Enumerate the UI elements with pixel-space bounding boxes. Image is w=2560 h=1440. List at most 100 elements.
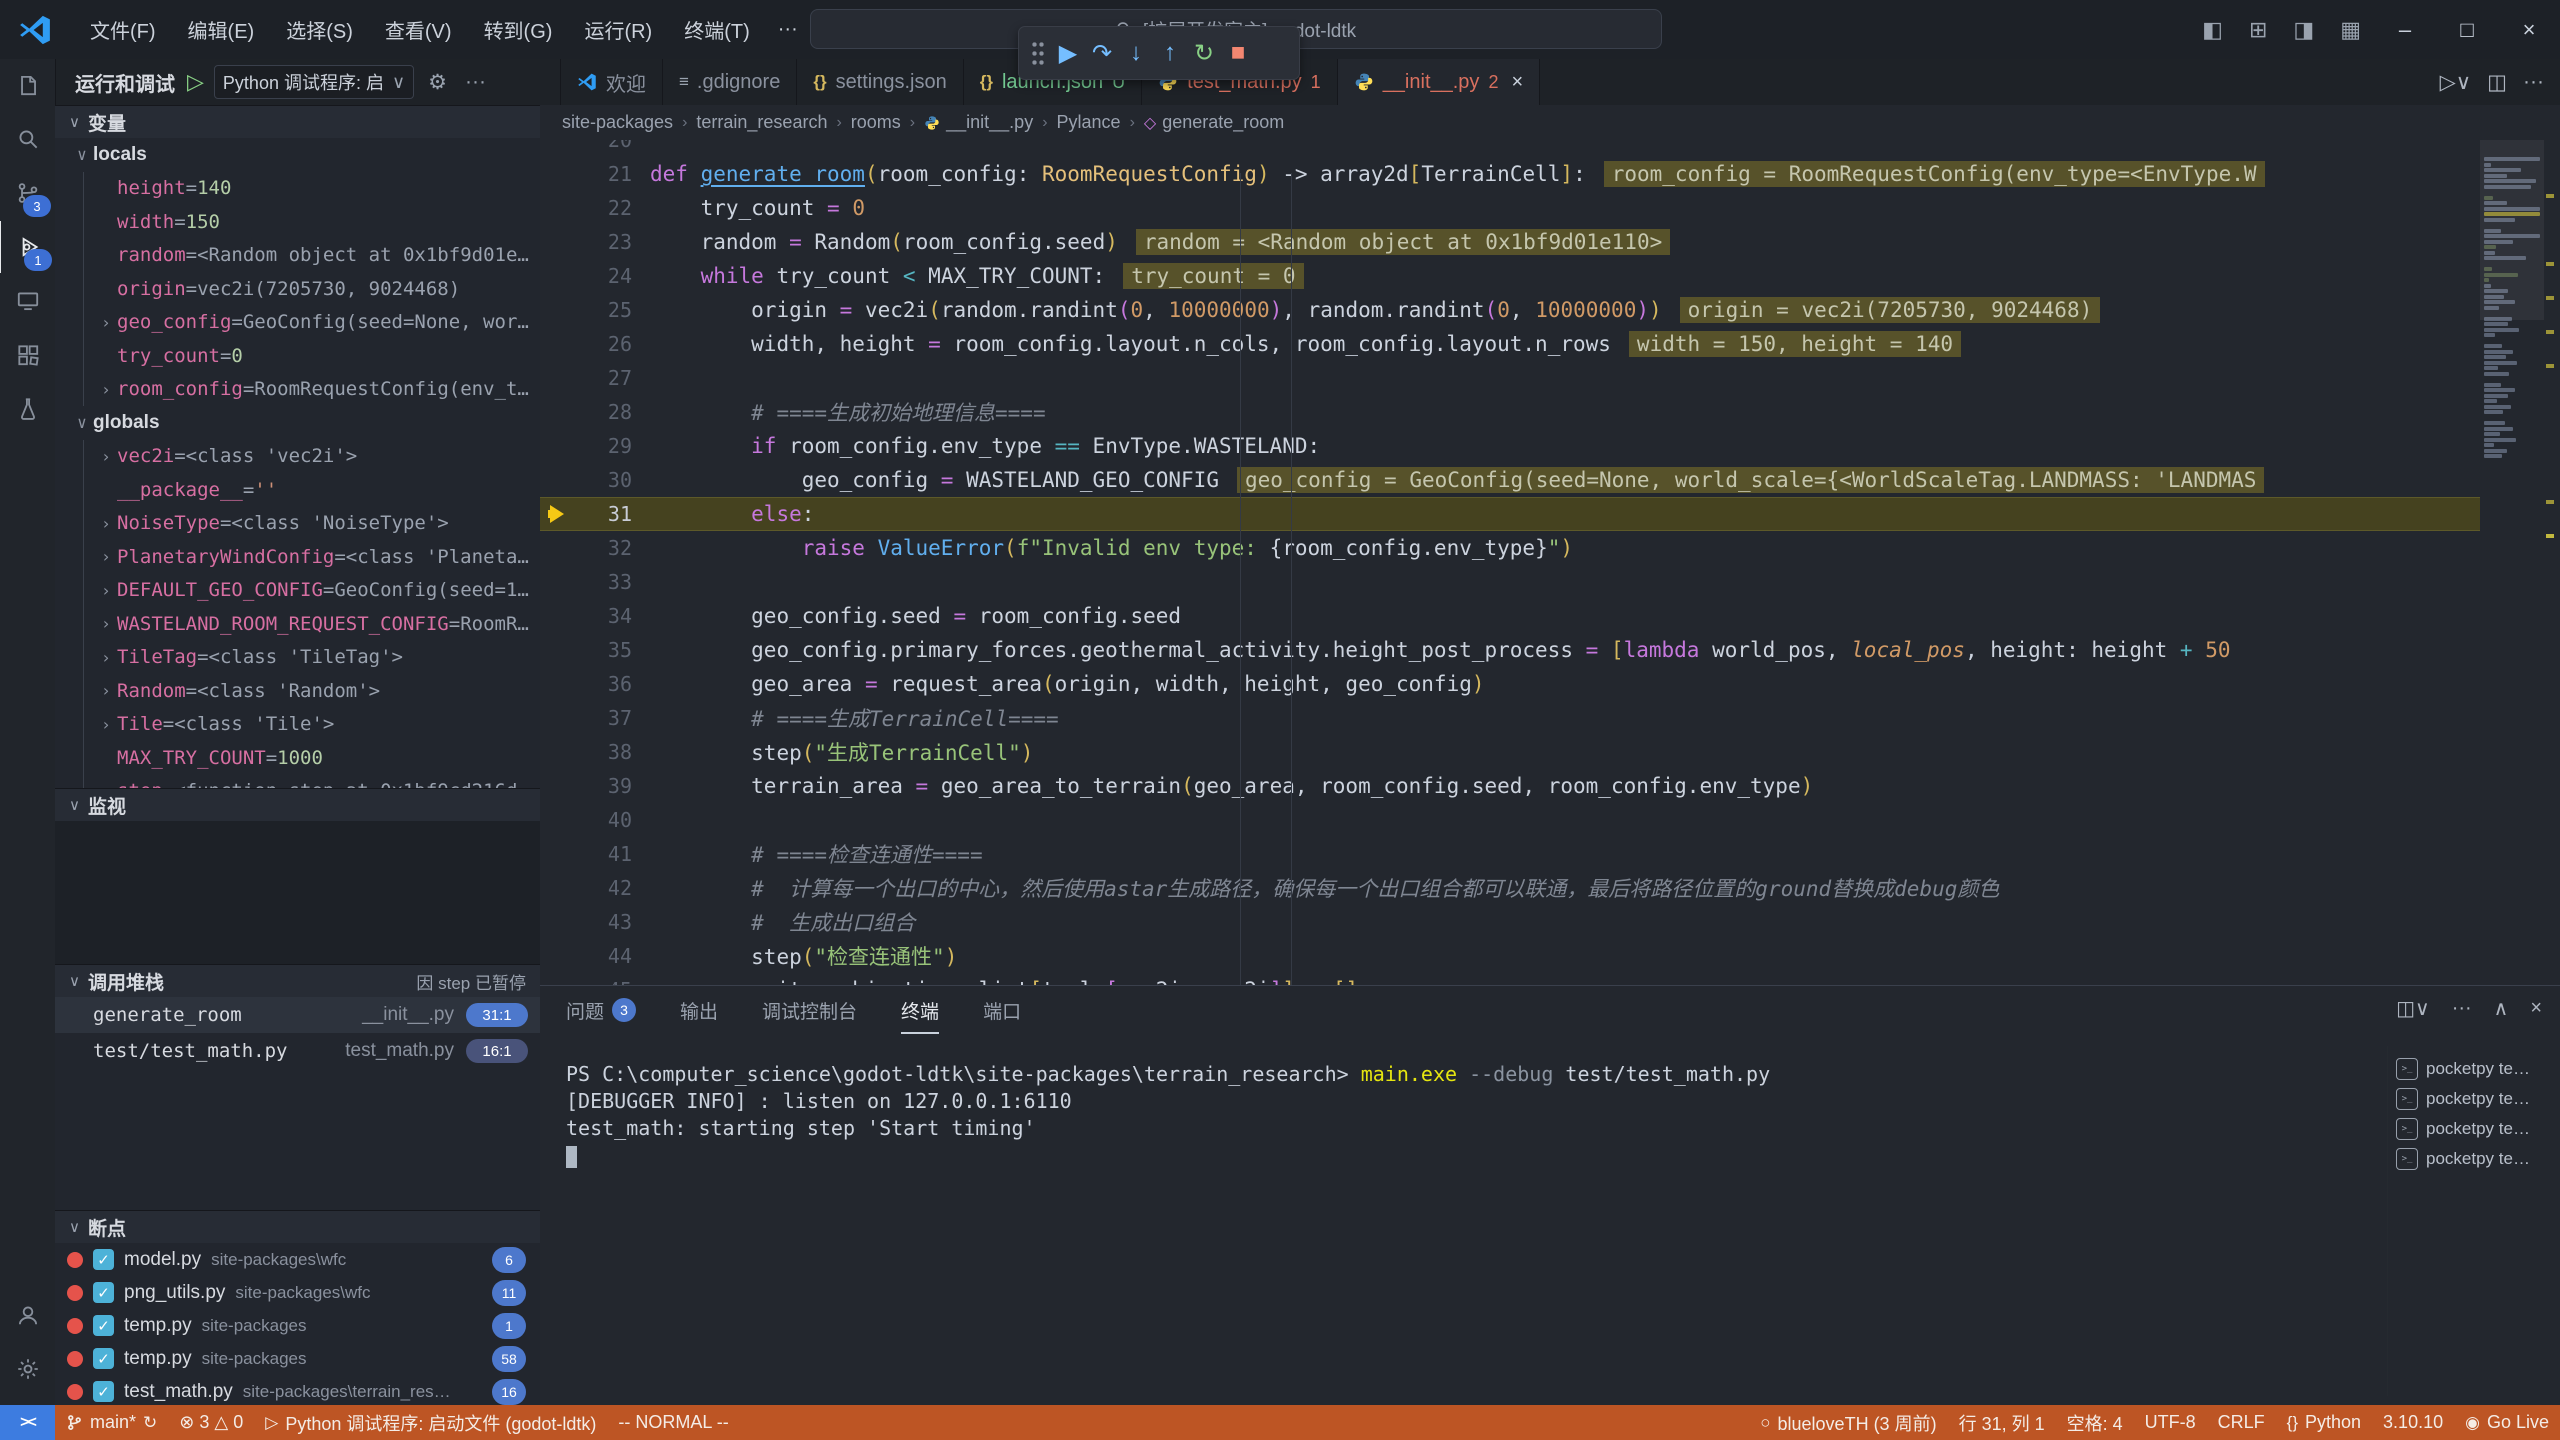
vim-mode-status[interactable]: -- NORMAL -- — [607, 1405, 739, 1440]
breakpoint-checkbox[interactable]: ✓ — [93, 1315, 114, 1336]
go-live[interactable]: ◉Go Live — [2454, 1405, 2560, 1440]
variable-row[interactable]: __package__ = '' — [55, 473, 540, 507]
code-line-20[interactable]: 20 — [540, 140, 2480, 157]
terminal-instance[interactable]: >_pocketpy te… — [2396, 1084, 2554, 1114]
breakpoint-checkbox[interactable]: ✓ — [93, 1348, 114, 1369]
code-line-22[interactable]: 22 try_count = 0 — [540, 191, 2480, 225]
testing-icon[interactable] — [0, 383, 55, 435]
variable-row[interactable]: ›TileTag = <class 'TileTag'> — [55, 641, 540, 675]
debug-config-status[interactable]: ▷Python 调试程序: 启动文件 (godot-ldtk) — [254, 1405, 607, 1440]
code-line-44[interactable]: 44 step("检查连通性") — [540, 939, 2480, 973]
breadcrumb-item[interactable]: __init__.py — [924, 112, 1033, 133]
problems-status[interactable]: ⊗ 3 △ 0 — [168, 1405, 254, 1440]
split-terminal-button[interactable]: ◫∨ — [2396, 996, 2430, 1021]
tab-欢迎[interactable]: 欢迎 — [561, 59, 663, 105]
tab-.gdignore[interactable]: ≡.gdignore — [663, 59, 797, 105]
menu-item[interactable]: 文件(F) — [76, 15, 170, 49]
breakpoint-checkbox[interactable]: ✓ — [93, 1282, 114, 1303]
variable-row[interactable]: try_count = 0 — [55, 339, 540, 373]
callstack-frame[interactable]: generate_room__init__.py31:1 — [55, 997, 540, 1033]
code-line-27[interactable]: 27 — [540, 361, 2480, 395]
code-line-23[interactable]: 23 random = Random(room_config.seed)rand… — [540, 225, 2480, 259]
toggle-secondary-sidebar-icon[interactable]: ◨ — [2280, 17, 2327, 43]
variable-row[interactable]: ›PlanetaryWindConfig = <class 'Planeta… — [55, 540, 540, 574]
code-line-42[interactable]: 42 # 计算每一个出口的中心，然后使用astar生成路径，确保每一个出口组合都… — [540, 871, 2480, 905]
breakpoint-row[interactable]: ✓test_math.pysite-packages\terrain_res…1… — [55, 1375, 540, 1405]
split-editor-button[interactable]: ◫ — [2487, 70, 2507, 95]
code-line-28[interactable]: 28 # ====生成初始地理信息==== — [540, 395, 2480, 429]
code-line-33[interactable]: 33 — [540, 565, 2480, 599]
variables-section-header[interactable]: ∨变量 — [55, 105, 540, 138]
variable-row[interactable]: ›Random = <class 'Random'> — [55, 674, 540, 708]
git-branch-status[interactable]: main*↻ — [55, 1405, 168, 1440]
variable-row[interactable]: ›DEFAULT_GEO_CONFIG = GeoConfig(seed=1… — [55, 574, 540, 608]
breakpoint-row[interactable]: ✓temp.pysite-packages1 — [55, 1309, 540, 1342]
code-line-30[interactable]: 30 geo_config = WASTELAND_GEO_CONFIGgeo_… — [540, 463, 2480, 497]
variable-row[interactable]: ›WASTELAND_ROOM_REQUEST_CONFIG = RoomR… — [55, 607, 540, 641]
restart-button[interactable]: ↻ — [1187, 34, 1221, 72]
drag-handle-icon[interactable] — [1031, 40, 1045, 66]
code-editor[interactable]: 2021def generate_room(room_config: RoomR… — [540, 140, 2560, 985]
step-over-button[interactable]: ↷ — [1085, 34, 1119, 72]
tab-settings.json[interactable]: {}settings.json — [797, 59, 963, 105]
debug-config-select[interactable]: Python 调试程序: 启∨ — [214, 65, 414, 99]
variable-row[interactable]: ›geo_config = GeoConfig(seed=None, wor… — [55, 306, 540, 340]
variable-row[interactable]: step = <function step at 0x1bf9cd216d… — [55, 775, 540, 789]
maximize-panel-button[interactable]: ∧ — [2494, 996, 2509, 1021]
search-icon[interactable] — [0, 113, 55, 165]
toggle-sidebar-icon[interactable]: ◧ — [2189, 17, 2236, 43]
remote-explorer-icon[interactable] — [0, 275, 55, 327]
menu-item[interactable]: 查看(V) — [371, 15, 466, 49]
toggle-panel-icon[interactable]: ⊞ — [2236, 17, 2280, 43]
gitlens-author[interactable]: ○blueloveTH (3 周前) — [1749, 1405, 1947, 1440]
breakpoint-checkbox[interactable]: ✓ — [93, 1381, 114, 1402]
debug-settings-gear-icon[interactable]: ⚙ — [424, 70, 451, 95]
panel-more-actions[interactable]: ··· — [2452, 997, 2472, 1020]
callstack-frame[interactable]: test/test_math.pytest_math.py16:1 — [55, 1033, 540, 1069]
menu-item[interactable]: 转到(G) — [470, 15, 567, 49]
menu-item[interactable]: 运行(R) — [570, 15, 666, 49]
menu-item[interactable]: 选择(S) — [272, 15, 367, 49]
code-line-31[interactable]: 31 else: — [540, 497, 2480, 531]
variable-row[interactable]: width = 150 — [55, 205, 540, 239]
breakpoints-section-header[interactable]: ∨断点 — [55, 1210, 540, 1243]
panel-tab-输出[interactable]: 输出 — [680, 986, 718, 1034]
run-and-debug-icon[interactable]: 1 — [0, 221, 56, 273]
variable-row[interactable]: ›room_config = RoomRequestConfig(env_t… — [55, 373, 540, 407]
stop-button[interactable]: ■ — [1221, 34, 1255, 72]
variable-row[interactable]: ›vec2i = <class 'vec2i'> — [55, 440, 540, 474]
code-line-24[interactable]: 24 while try_count < MAX_TRY_COUNT:try_c… — [540, 259, 2480, 293]
python-version[interactable]: 3.10.10 — [2372, 1405, 2454, 1440]
run-python-file-button[interactable]: ▷∨ — [2440, 70, 2472, 95]
breadcrumb-item[interactable]: Pylance — [1057, 112, 1121, 133]
breakpoint-row[interactable]: ✓png_utils.pysite-packages\wfc11 — [55, 1276, 540, 1309]
start-debug-button[interactable]: ▷ — [187, 69, 204, 95]
panel-tab-端口[interactable]: 端口 — [983, 986, 1021, 1034]
variable-row[interactable]: height = 140 — [55, 172, 540, 206]
code-line-32[interactable]: 32 raise ValueError(f"Invalid env type: … — [540, 531, 2480, 565]
eol[interactable]: CRLF — [2207, 1405, 2276, 1440]
close-tab-icon[interactable]: × — [1511, 71, 1523, 94]
language-mode[interactable]: {}Python — [2276, 1405, 2372, 1440]
breadcrumb-item[interactable]: site-packages — [562, 112, 673, 133]
variable-row[interactable]: origin = vec2i(7205730, 9024468) — [55, 272, 540, 306]
indentation[interactable]: 空格: 4 — [2056, 1405, 2134, 1440]
accounts-icon[interactable] — [0, 1289, 55, 1341]
close-window-button[interactable]: × — [2498, 0, 2560, 59]
code-line-37[interactable]: 37 # ====生成TerrainCell==== — [540, 701, 2480, 735]
terminal-instance[interactable]: >_pocketpy te… — [2396, 1114, 2554, 1144]
code-line-38[interactable]: 38 step("生成TerrainCell") — [540, 735, 2480, 769]
breadcrumb-item[interactable]: ◇generate_room — [1144, 112, 1284, 133]
code-line-26[interactable]: 26 width, height = room_config.layout.n_… — [540, 327, 2480, 361]
menu-item[interactable]: 编辑(E) — [174, 15, 269, 49]
variable-group-locals[interactable]: ∨locals — [55, 138, 540, 172]
code-line-36[interactable]: 36 geo_area = request_area(origin, width… — [540, 667, 2480, 701]
panel-tab-终端[interactable]: 终端 — [901, 986, 939, 1034]
code-line-40[interactable]: 40 — [540, 803, 2480, 837]
code-line-39[interactable]: 39 terrain_area = geo_area_to_terrain(ge… — [540, 769, 2480, 803]
variable-row[interactable]: random = <Random object at 0x1bf9d01e… — [55, 239, 540, 273]
menu-item[interactable]: 终端(T) — [670, 15, 764, 49]
menu-more-button[interactable]: ··· — [766, 12, 810, 47]
encoding[interactable]: UTF-8 — [2134, 1405, 2207, 1440]
variable-row[interactable]: MAX_TRY_COUNT = 1000 — [55, 741, 540, 775]
